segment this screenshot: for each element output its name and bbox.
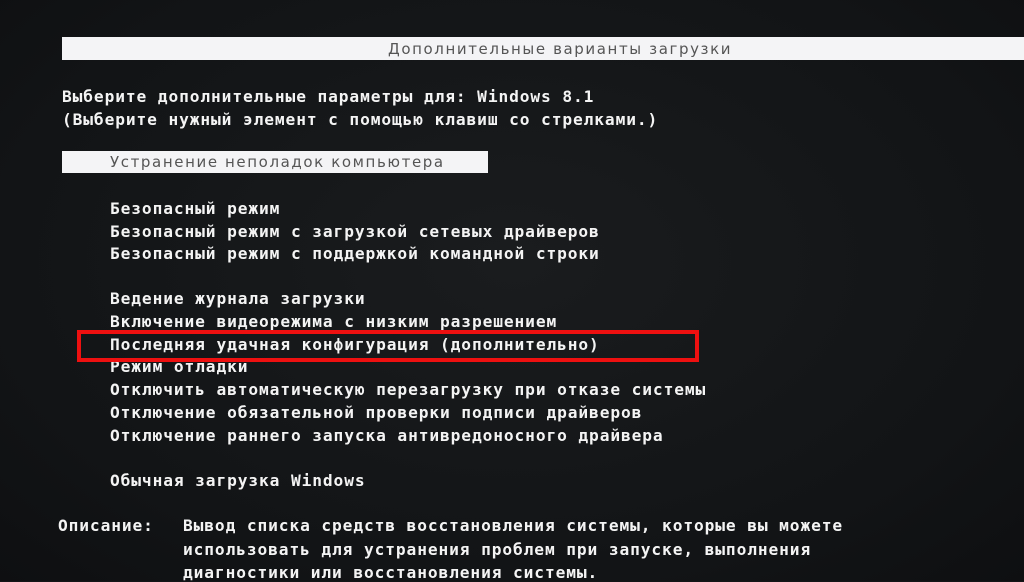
boot-screen: Дополнительные варианты загрузки Выберит… <box>0 0 1024 582</box>
title-bar: Дополнительные варианты загрузки <box>62 37 1024 60</box>
menu-item-start-normally[interactable]: Обычная загрузка Windows <box>110 471 366 490</box>
description-label: Описание: <box>58 516 154 535</box>
menu-item-disable-driver-signature[interactable]: Отключение обязательной проверки подписи… <box>110 403 642 422</box>
description-text: диагностики или восстановления системы. <box>183 563 599 582</box>
instruction-line: (Выберите нужный элемент с помощью клави… <box>62 110 659 129</box>
menu-item-disable-elam[interactable]: Отключение раннего запуска антивредоносн… <box>110 426 664 445</box>
menu-item-boot-logging[interactable]: Ведение журнала загрузки <box>110 289 366 308</box>
window-title: Дополнительные варианты загрузки <box>388 40 733 58</box>
menu-item-label: Устранение неполадок компьютера <box>110 153 445 171</box>
menu-item-disable-auto-restart[interactable]: Отключить автоматическую перезагрузку пр… <box>110 380 706 399</box>
description-text: использовать для устранения проблем при … <box>183 540 812 559</box>
menu-item-low-resolution[interactable]: Включение видеорежима с низким разрешени… <box>110 312 557 331</box>
menu-item-safe-mode-cmd[interactable]: Безопасный режим с поддержкой командной … <box>110 244 600 263</box>
menu-item-safe-mode[interactable]: Безопасный режим <box>110 199 280 218</box>
prompt-line: Выберите дополнительные параметры для: W… <box>62 87 595 106</box>
description-text: Вывод списка средств восстановления сист… <box>183 516 844 535</box>
annotation-highlight-box <box>77 330 699 362</box>
menu-item-troubleshoot-selected[interactable]: Устранение неполадок компьютера <box>62 151 488 173</box>
menu-item-safe-mode-networking[interactable]: Безопасный режим с загрузкой сетевых дра… <box>110 222 600 241</box>
